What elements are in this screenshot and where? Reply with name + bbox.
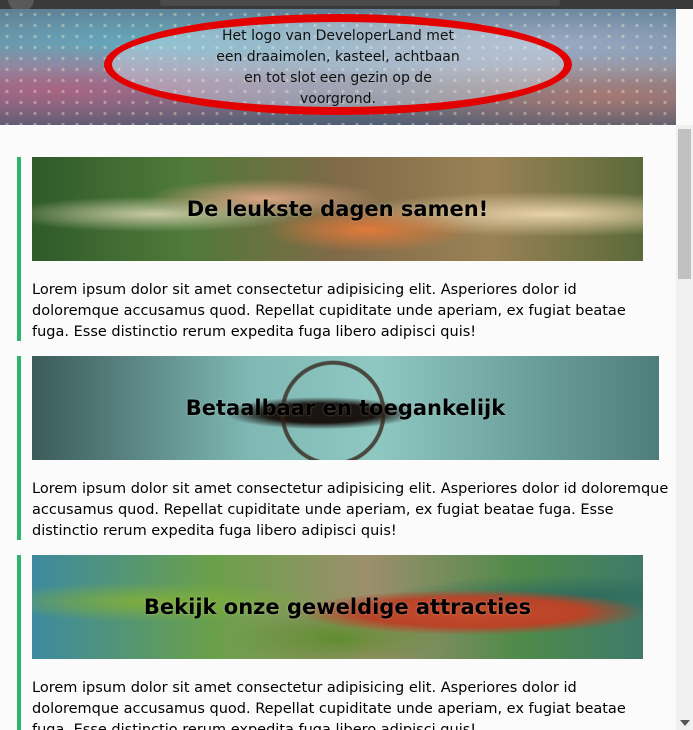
vertical-scrollbar[interactable]	[676, 125, 693, 730]
section-accent-bar	[17, 555, 21, 730]
scroll-down-arrow-icon[interactable]	[680, 720, 690, 726]
ferris-wheel-banner: Betaalbaar en toegankelijk	[32, 356, 659, 460]
section-text: Lorem ipsum dolor sit amet consectetur a…	[32, 481, 669, 539]
site-header: Het logo van DeveloperLand met een draai…	[0, 9, 676, 125]
section-text: Lorem ipsum dolor sit amet consectetur a…	[32, 680, 626, 730]
park-aerial-banner: Bekijk onze geweldige attracties	[32, 555, 643, 659]
section-title: Betaalbaar en toegankelijk	[185, 396, 506, 420]
scrollbar-thumb[interactable]	[678, 129, 691, 279]
section-title: De leukste dagen samen!	[186, 197, 489, 221]
section-accent-bar	[17, 356, 21, 540]
family-photo-banner: De leukste dagen samen!	[32, 157, 643, 261]
address-bar[interactable]	[160, 0, 560, 6]
section-title: Bekijk onze geweldige attracties	[143, 595, 532, 619]
browser-top-edge	[0, 0, 693, 12]
section-text: Lorem ipsum dolor sit amet consectetur a…	[32, 282, 626, 340]
logo-alt-text: Het logo van DeveloperLand met een draai…	[216, 28, 460, 107]
section-accent-bar	[17, 157, 21, 341]
